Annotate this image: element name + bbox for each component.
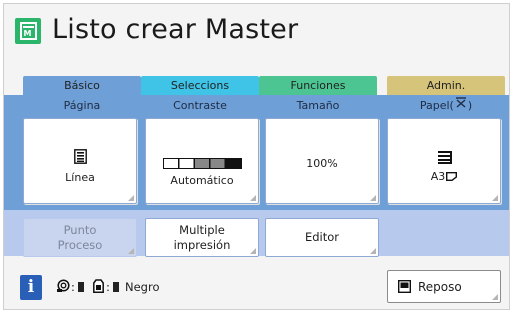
document-icon [74, 149, 87, 168]
paper-cross-icon [454, 97, 468, 113]
paper-tray-icon [438, 149, 452, 168]
contraste-value: Automático [170, 174, 234, 187]
tab-funciones[interactable]: Funciones [259, 76, 377, 95]
header-contraste: Contraste [173, 99, 227, 112]
info-icon[interactable]: i [20, 275, 42, 300]
ink-icon [93, 279, 104, 297]
landscape-paper-icon [446, 171, 458, 184]
drum-separator: : [71, 280, 75, 294]
ink-separator: : [106, 280, 110, 294]
ink-color-label: Negro [125, 280, 160, 294]
multiple-impresion-button[interactable]: Multiple impresión [145, 218, 259, 257]
tab-admin[interactable]: Admin. [387, 76, 505, 95]
reposo-label: Reposo [418, 280, 462, 294]
contrast-scale-icon [163, 154, 242, 173]
header-papel-label: Papel( [419, 99, 454, 112]
contraste-button[interactable]: Automático [145, 118, 259, 204]
papel-value: A3 [430, 170, 446, 183]
editor-button[interactable]: Editor [265, 218, 379, 257]
papel-button[interactable]: A3 [387, 118, 501, 204]
tamano-value: 100% [306, 157, 338, 170]
multiple-impresion-label: Multiple impresión [173, 222, 231, 252]
pagina-button[interactable]: Línea [23, 118, 137, 204]
monitor-icon [397, 279, 412, 296]
header-papel: Papel( ) [387, 97, 505, 114]
master-icon: M [15, 18, 41, 44]
header-tamano: Tamaño [296, 99, 340, 112]
tamano-button[interactable]: 100% [265, 118, 379, 204]
pagina-value: Línea [65, 171, 95, 184]
page-title: Listo crear Master [52, 14, 299, 45]
editor-label: Editor [304, 230, 340, 244]
punto-proceso-button[interactable]: Punto Proceso [23, 218, 137, 257]
tab-basico[interactable]: Básico [23, 76, 141, 95]
header-pagina: Página [63, 99, 101, 112]
papel-value-row: A3 [388, 170, 500, 184]
punto-proceso-label: Punto Proceso [57, 222, 103, 252]
ink-color-swatch [113, 280, 119, 294]
drum-color-swatch [78, 280, 84, 294]
reposo-button[interactable]: Reposo [387, 270, 501, 303]
header-papel-suffix: ) [467, 99, 473, 112]
tab-seleccions[interactable]: Seleccions [141, 76, 259, 95]
drum-icon [57, 279, 70, 296]
